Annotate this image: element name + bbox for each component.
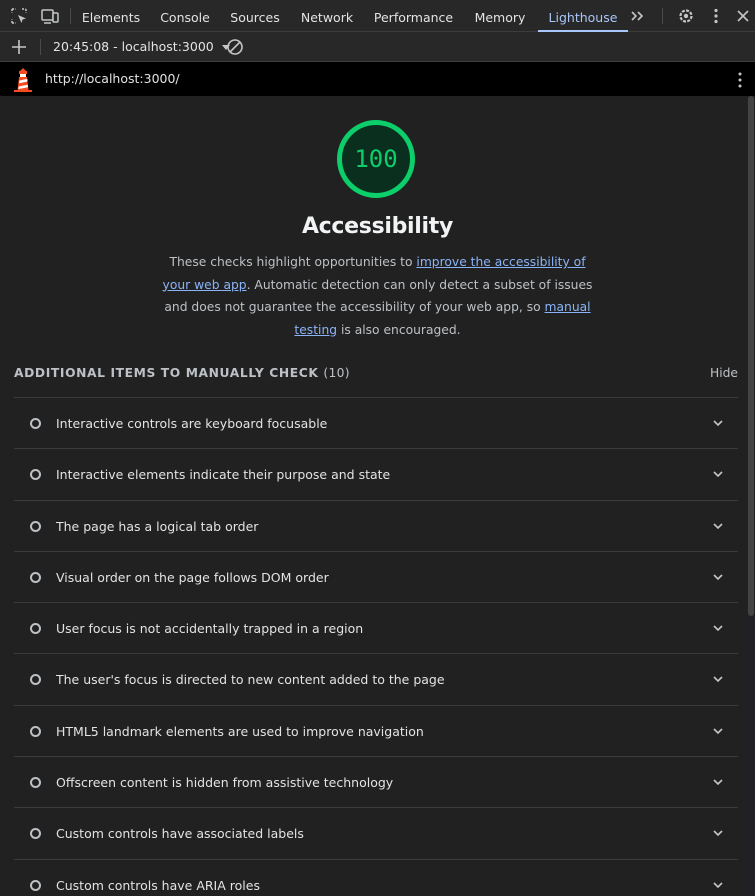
- audit-item[interactable]: Custom controls have associated labels: [14, 808, 738, 860]
- chevron-down-icon[interactable]: [712, 673, 724, 685]
- manual-check-circle-icon: [30, 571, 41, 583]
- kebab-menu-icon[interactable]: [706, 6, 726, 26]
- audit-item[interactable]: Interactive controls are keyboard focusa…: [14, 398, 738, 450]
- category-title: Accessibility: [301, 214, 454, 239]
- audit-title: Interactive controls are keyboard focusa…: [56, 416, 328, 431]
- lighthouse-toolbar: 20:45:08 - localhost:3000: [0, 32, 755, 62]
- inspect-element-icon[interactable]: [9, 6, 29, 26]
- gear-icon[interactable]: [676, 6, 696, 26]
- manual-check-circle-icon: [30, 674, 41, 686]
- manual-check-circle-icon: [30, 623, 41, 635]
- audit-title: HTML5 landmark elements are used to impr…: [56, 723, 424, 739]
- chevron-down-icon[interactable]: [712, 879, 724, 891]
- tab-network[interactable]: Network: [293, 0, 361, 32]
- manual-check-circle-icon: [30, 777, 41, 789]
- clear-icon[interactable]: [225, 37, 245, 57]
- manual-items-header: ADDITIONAL ITEMS TO MANUALLY CHECK (10) …: [14, 366, 738, 382]
- manual-items-heading: ADDITIONAL ITEMS TO MANUALLY CHECK: [14, 366, 319, 380]
- description-text: These checks highlight opportunities to: [169, 255, 417, 269]
- devtools-tab-bar: Elements Console Sources Network Perform…: [0, 0, 755, 32]
- audit-item[interactable]: Offscreen content is hidden from assisti…: [14, 757, 738, 809]
- tab-lighthouse[interactable]: Lighthouse: [538, 0, 628, 32]
- audit-title: User focus is not accidentally trapped i…: [56, 621, 364, 637]
- report-selector[interactable]: 20:45:08 - localhost:3000: [53, 32, 230, 62]
- audit-title: Custom controls have associated labels: [56, 826, 304, 842]
- lighthouse-logo-icon: [14, 68, 32, 92]
- description-text: is also encouraged.: [337, 322, 461, 337]
- category-description: These checks highlight opportunities to …: [155, 251, 600, 341]
- audit-item[interactable]: Interactive elements indicate their purp…: [14, 449, 738, 501]
- toolbar-divider: [70, 8, 71, 24]
- audit-title: Offscreen content is hidden from assisti…: [56, 775, 394, 791]
- chevron-down-icon[interactable]: [712, 776, 724, 788]
- close-icon[interactable]: [733, 6, 753, 26]
- tab-elements[interactable]: Elements: [75, 0, 147, 32]
- toolbar-divider: [40, 39, 41, 55]
- chevron-down-icon[interactable]: [712, 468, 724, 480]
- chevron-down-icon[interactable]: [712, 417, 724, 429]
- report-selector-label: 20:45:08 - localhost:3000: [53, 39, 214, 54]
- manual-check-circle-icon: [30, 725, 41, 737]
- audit-title: Interactive elements indicate their purp…: [56, 467, 391, 483]
- manual-check-circle-icon: [30, 828, 41, 840]
- report-url: http://localhost:3000/: [45, 71, 180, 86]
- report-url-bar: http://localhost:3000/: [0, 62, 755, 96]
- tab-performance[interactable]: Performance: [366, 0, 461, 32]
- tab-console[interactable]: Console: [151, 0, 219, 32]
- manual-check-circle-icon: [30, 879, 41, 891]
- toolbar-divider: [662, 8, 663, 24]
- chevron-down-icon[interactable]: [712, 520, 724, 532]
- scrollbar[interactable]: [747, 96, 755, 896]
- scrollbar-thumb[interactable]: [748, 96, 754, 616]
- audit-title: The user's focus is directed to new cont…: [56, 672, 445, 688]
- audit-item[interactable]: The page has a logical tab order: [14, 501, 738, 552]
- audit-item[interactable]: Visual order on the page follows DOM ord…: [14, 552, 738, 604]
- manual-check-circle-icon: [30, 520, 41, 532]
- chevron-down-icon[interactable]: [712, 571, 724, 583]
- audit-item[interactable]: HTML5 landmark elements are used to impr…: [14, 706, 738, 758]
- chevron-double-right-icon[interactable]: [628, 6, 648, 26]
- chevron-down-icon[interactable]: [712, 827, 724, 839]
- audit-title: The page has a logical tab order: [56, 518, 259, 534]
- audit-item[interactable]: The user's focus is directed to new cont…: [14, 654, 738, 706]
- audit-title: Visual order on the page follows DOM ord…: [56, 569, 329, 585]
- score-value: 100: [354, 145, 398, 173]
- kebab-menu-icon[interactable]: [730, 70, 750, 90]
- audit-item[interactable]: User focus is not accidentally trapped i…: [14, 603, 738, 655]
- chevron-down-icon[interactable]: [712, 725, 724, 737]
- manual-audit-list: Interactive controls are keyboard focusa…: [14, 397, 738, 896]
- audit-title: Custom controls have ARIA roles: [56, 877, 260, 893]
- tab-memory[interactable]: Memory: [466, 0, 534, 32]
- tab-sources[interactable]: Sources: [222, 0, 288, 32]
- audit-item[interactable]: Custom controls have ARIA roles: [14, 860, 738, 896]
- plus-icon[interactable]: [9, 37, 29, 57]
- lighthouse-report: 100 Accessibility These checks highlight…: [0, 96, 755, 896]
- manual-items-count: (10): [323, 366, 350, 380]
- chevron-down-icon[interactable]: [712, 622, 724, 634]
- manual-check-circle-icon: [30, 418, 41, 429]
- manual-check-circle-icon: [30, 469, 41, 481]
- hide-button[interactable]: Hide: [710, 366, 738, 380]
- device-toolbar-icon[interactable]: [40, 6, 60, 26]
